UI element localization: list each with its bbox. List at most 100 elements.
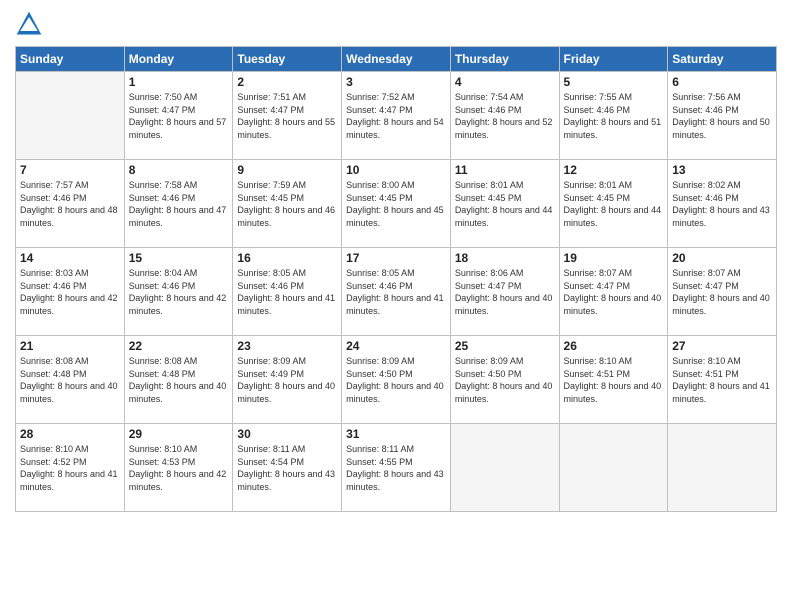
day-info: Sunrise: 7:58 AMSunset: 4:46 PMDaylight:… bbox=[129, 179, 229, 229]
calendar-cell: 20 Sunrise: 8:07 AMSunset: 4:47 PMDayligh… bbox=[668, 248, 777, 336]
day-number: 28 bbox=[20, 427, 120, 441]
day-number: 16 bbox=[237, 251, 337, 265]
day-info: Sunrise: 8:11 AMSunset: 4:54 PMDaylight:… bbox=[237, 443, 337, 493]
day-info: Sunrise: 8:09 AMSunset: 4:50 PMDaylight:… bbox=[346, 355, 446, 405]
day-number: 11 bbox=[455, 163, 555, 177]
calendar-header-sunday: Sunday bbox=[16, 47, 125, 72]
day-info: Sunrise: 8:08 AMSunset: 4:48 PMDaylight:… bbox=[20, 355, 120, 405]
calendar-week-2: 14 Sunrise: 8:03 AMSunset: 4:46 PMDayligh… bbox=[16, 248, 777, 336]
day-info: Sunrise: 7:56 AMSunset: 4:46 PMDaylight:… bbox=[672, 91, 772, 141]
calendar-cell: 11 Sunrise: 8:01 AMSunset: 4:45 PMDayligh… bbox=[450, 160, 559, 248]
day-number: 3 bbox=[346, 75, 446, 89]
day-number: 26 bbox=[564, 339, 664, 353]
day-info: Sunrise: 8:04 AMSunset: 4:46 PMDaylight:… bbox=[129, 267, 229, 317]
day-info: Sunrise: 7:51 AMSunset: 4:47 PMDaylight:… bbox=[237, 91, 337, 141]
calendar-cell: 24Sunrise: 8:09 AMSunset: 4:50 PMDayligh… bbox=[342, 336, 451, 424]
day-number: 27 bbox=[672, 339, 772, 353]
calendar-cell: 22 Sunrise: 8:08 AMSunset: 4:48 PMDayligh… bbox=[124, 336, 233, 424]
calendar-cell: 3 Sunrise: 7:52 AMSunset: 4:47 PMDaylight… bbox=[342, 72, 451, 160]
day-number: 10 bbox=[346, 163, 446, 177]
calendar-cell: 18Sunrise: 8:06 AMSunset: 4:47 PMDayligh… bbox=[450, 248, 559, 336]
day-number: 9 bbox=[237, 163, 337, 177]
day-number: 21 bbox=[20, 339, 120, 353]
day-info: Sunrise: 8:08 AMSunset: 4:48 PMDaylight:… bbox=[129, 355, 229, 405]
day-info: Sunrise: 8:03 AMSunset: 4:46 PMDaylight:… bbox=[20, 267, 120, 317]
day-number: 19 bbox=[564, 251, 664, 265]
calendar-cell bbox=[450, 424, 559, 512]
day-info: Sunrise: 8:01 AMSunset: 4:45 PMDaylight:… bbox=[564, 179, 664, 229]
calendar-cell: 21 Sunrise: 8:08 AMSunset: 4:48 PMDayligh… bbox=[16, 336, 125, 424]
day-number: 23 bbox=[237, 339, 337, 353]
calendar-cell: 6Sunrise: 7:56 AMSunset: 4:46 PMDaylight… bbox=[668, 72, 777, 160]
day-info: Sunrise: 8:05 AMSunset: 4:46 PMDaylight:… bbox=[237, 267, 337, 317]
day-info: Sunrise: 7:57 AMSunset: 4:46 PMDaylight:… bbox=[20, 179, 120, 229]
day-info: Sunrise: 8:07 AMSunset: 4:47 PMDaylight:… bbox=[672, 267, 772, 317]
day-info: Sunrise: 8:10 AMSunset: 4:51 PMDaylight:… bbox=[672, 355, 772, 405]
day-info: Sunrise: 8:09 AMSunset: 4:49 PMDaylight:… bbox=[237, 355, 337, 405]
day-info: Sunrise: 8:10 AMSunset: 4:51 PMDaylight:… bbox=[564, 355, 664, 405]
day-number: 1 bbox=[129, 75, 229, 89]
calendar-cell: 26 Sunrise: 8:10 AMSunset: 4:51 PMDayligh… bbox=[559, 336, 668, 424]
calendar-week-1: 7 Sunrise: 7:57 AMSunset: 4:46 PMDaylight… bbox=[16, 160, 777, 248]
calendar-cell: 19 Sunrise: 8:07 AMSunset: 4:47 PMDayligh… bbox=[559, 248, 668, 336]
calendar-cell: 30Sunrise: 8:11 AMSunset: 4:54 PMDayligh… bbox=[233, 424, 342, 512]
calendar-cell: 29 Sunrise: 8:10 AMSunset: 4:53 PMDayligh… bbox=[124, 424, 233, 512]
day-number: 25 bbox=[455, 339, 555, 353]
calendar-header-saturday: Saturday bbox=[668, 47, 777, 72]
day-number: 20 bbox=[672, 251, 772, 265]
day-info: Sunrise: 8:01 AMSunset: 4:45 PMDaylight:… bbox=[455, 179, 555, 229]
day-info: Sunrise: 8:09 AMSunset: 4:50 PMDaylight:… bbox=[455, 355, 555, 405]
day-number: 14 bbox=[20, 251, 120, 265]
calendar-cell: 12 Sunrise: 8:01 AMSunset: 4:45 PMDayligh… bbox=[559, 160, 668, 248]
calendar-cell: 10 Sunrise: 8:00 AMSunset: 4:45 PMDayligh… bbox=[342, 160, 451, 248]
calendar-header-thursday: Thursday bbox=[450, 47, 559, 72]
day-number: 7 bbox=[20, 163, 120, 177]
day-number: 13 bbox=[672, 163, 772, 177]
calendar-cell: 2 Sunrise: 7:51 AMSunset: 4:47 PMDaylight… bbox=[233, 72, 342, 160]
calendar-cell: 4 Sunrise: 7:54 AMSunset: 4:46 PMDaylight… bbox=[450, 72, 559, 160]
day-info: Sunrise: 8:06 AMSunset: 4:47 PMDaylight:… bbox=[455, 267, 555, 317]
day-number: 5 bbox=[564, 75, 664, 89]
calendar-cell: 15Sunrise: 8:04 AMSunset: 4:46 PMDayligh… bbox=[124, 248, 233, 336]
calendar: SundayMondayTuesdayWednesdayThursdayFrid… bbox=[15, 46, 777, 512]
calendar-cell bbox=[559, 424, 668, 512]
logo-icon bbox=[15, 10, 43, 38]
day-number: 12 bbox=[564, 163, 664, 177]
calendar-week-0: 1Sunrise: 7:50 AMSunset: 4:47 PMDaylight… bbox=[16, 72, 777, 160]
day-info: Sunrise: 8:07 AMSunset: 4:47 PMDaylight:… bbox=[564, 267, 664, 317]
day-number: 4 bbox=[455, 75, 555, 89]
day-info: Sunrise: 8:02 AMSunset: 4:46 PMDaylight:… bbox=[672, 179, 772, 229]
calendar-cell: 5 Sunrise: 7:55 AMSunset: 4:46 PMDaylight… bbox=[559, 72, 668, 160]
calendar-cell: 8Sunrise: 7:58 AMSunset: 4:46 PMDaylight… bbox=[124, 160, 233, 248]
day-info: Sunrise: 7:52 AMSunset: 4:47 PMDaylight:… bbox=[346, 91, 446, 141]
day-info: Sunrise: 8:11 AMSunset: 4:55 PMDaylight:… bbox=[346, 443, 446, 493]
day-number: 31 bbox=[346, 427, 446, 441]
calendar-cell: 23 Sunrise: 8:09 AMSunset: 4:49 PMDayligh… bbox=[233, 336, 342, 424]
calendar-cell bbox=[16, 72, 125, 160]
day-info: Sunrise: 7:54 AMSunset: 4:46 PMDaylight:… bbox=[455, 91, 555, 141]
calendar-cell: 27 Sunrise: 8:10 AMSunset: 4:51 PMDayligh… bbox=[668, 336, 777, 424]
calendar-cell: 28Sunrise: 8:10 AMSunset: 4:52 PMDayligh… bbox=[16, 424, 125, 512]
calendar-cell: 25 Sunrise: 8:09 AMSunset: 4:50 PMDayligh… bbox=[450, 336, 559, 424]
calendar-cell: 31 Sunrise: 8:11 AMSunset: 4:55 PMDayligh… bbox=[342, 424, 451, 512]
day-number: 17 bbox=[346, 251, 446, 265]
calendar-week-3: 21 Sunrise: 8:08 AMSunset: 4:48 PMDayligh… bbox=[16, 336, 777, 424]
day-number: 29 bbox=[129, 427, 229, 441]
calendar-cell: 1Sunrise: 7:50 AMSunset: 4:47 PMDaylight… bbox=[124, 72, 233, 160]
calendar-header-friday: Friday bbox=[559, 47, 668, 72]
day-info: Sunrise: 8:05 AMSunset: 4:46 PMDaylight:… bbox=[346, 267, 446, 317]
calendar-header-monday: Monday bbox=[124, 47, 233, 72]
day-info: Sunrise: 8:00 AMSunset: 4:45 PMDaylight:… bbox=[346, 179, 446, 229]
calendar-cell: 13 Sunrise: 8:02 AMSunset: 4:46 PMDayligh… bbox=[668, 160, 777, 248]
calendar-header-wednesday: Wednesday bbox=[342, 47, 451, 72]
calendar-cell bbox=[668, 424, 777, 512]
logo bbox=[15, 10, 47, 38]
calendar-cell: 9 Sunrise: 7:59 AMSunset: 4:45 PMDaylight… bbox=[233, 160, 342, 248]
day-info: Sunrise: 7:59 AMSunset: 4:45 PMDaylight:… bbox=[237, 179, 337, 229]
day-number: 22 bbox=[129, 339, 229, 353]
calendar-cell: 7 Sunrise: 7:57 AMSunset: 4:46 PMDaylight… bbox=[16, 160, 125, 248]
day-info: Sunrise: 7:55 AMSunset: 4:46 PMDaylight:… bbox=[564, 91, 664, 141]
day-info: Sunrise: 8:10 AMSunset: 4:53 PMDaylight:… bbox=[129, 443, 229, 493]
calendar-header-row: SundayMondayTuesdayWednesdayThursdayFrid… bbox=[16, 47, 777, 72]
day-number: 2 bbox=[237, 75, 337, 89]
